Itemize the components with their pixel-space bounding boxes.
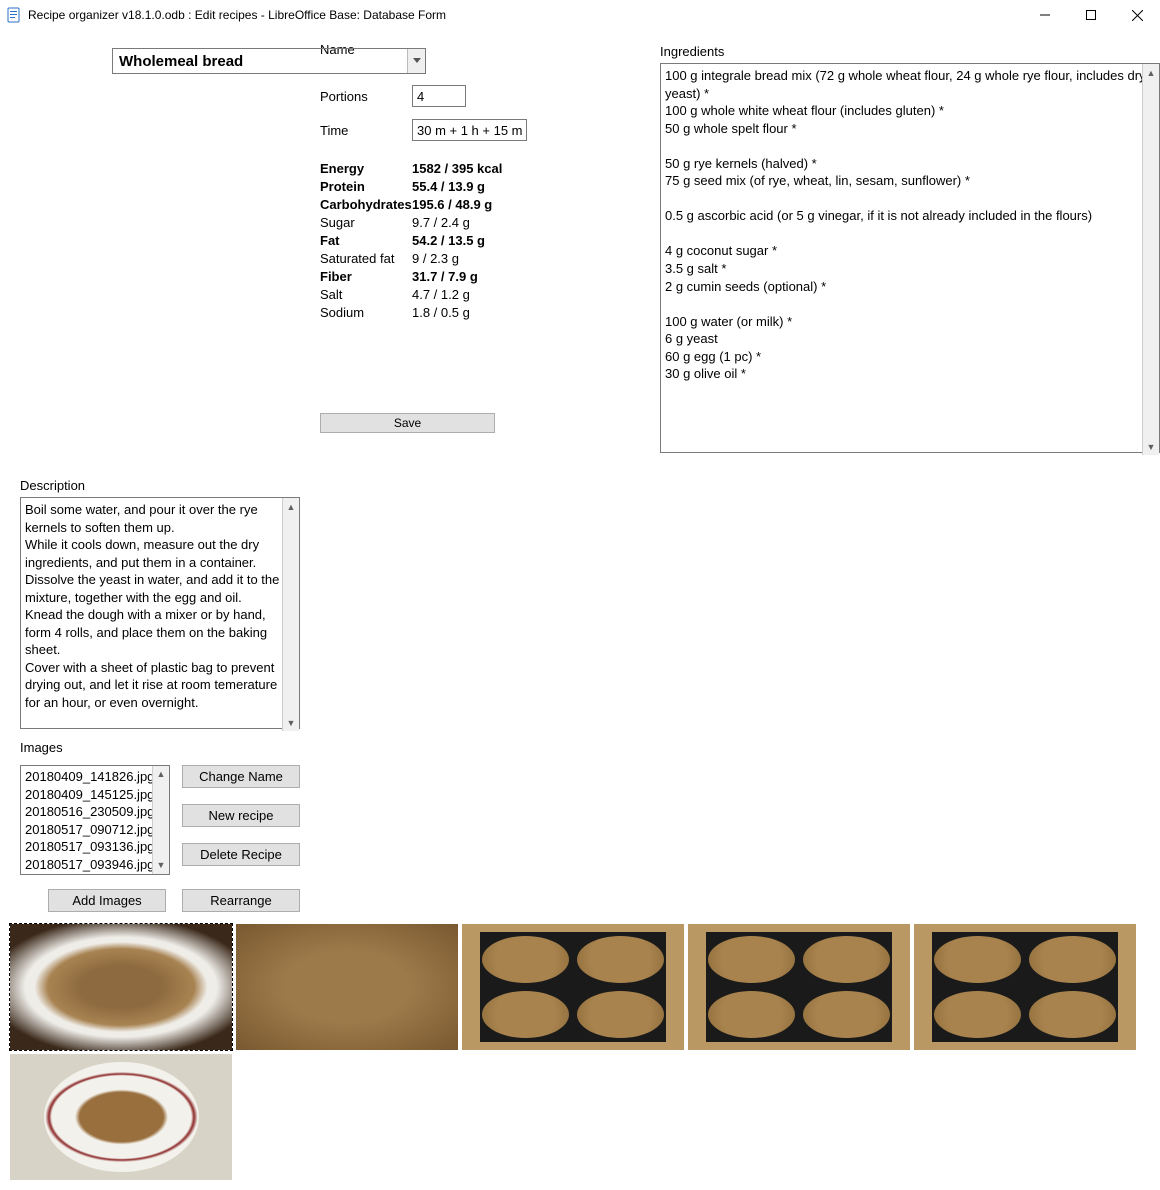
thumbnail[interactable] bbox=[236, 924, 458, 1050]
list-item[interactable]: 20180517_090712.jpg bbox=[25, 821, 165, 839]
thumbnail[interactable] bbox=[462, 924, 684, 1050]
ingredients-textarea[interactable] bbox=[660, 63, 1160, 453]
list-item[interactable]: 20180517_093946.jpg bbox=[25, 856, 165, 874]
scroll-down-icon[interactable]: ▼ bbox=[283, 714, 299, 731]
scrollbar[interactable]: ▲ ▼ bbox=[282, 498, 299, 731]
portions-input[interactable] bbox=[412, 85, 466, 107]
close-button[interactable] bbox=[1114, 0, 1160, 30]
name-combobox[interactable]: Wholemeal bread bbox=[112, 48, 426, 74]
time-input[interactable] bbox=[412, 119, 527, 141]
chevron-down-icon[interactable] bbox=[407, 49, 425, 73]
time-label: Time bbox=[320, 123, 412, 138]
thumbnail[interactable] bbox=[10, 1054, 232, 1180]
minimize-button[interactable] bbox=[1022, 0, 1068, 30]
images-listbox[interactable]: 20180409_141826.jpg * 20180409_145125.jp… bbox=[20, 765, 170, 875]
description-textarea[interactable] bbox=[20, 497, 300, 729]
rearrange-button[interactable]: Rearrange bbox=[182, 889, 300, 912]
images-label: Images bbox=[20, 740, 300, 755]
description-label: Description bbox=[20, 478, 300, 493]
scrollbar[interactable]: ▲ ▼ bbox=[152, 766, 169, 874]
thumbnail[interactable] bbox=[914, 924, 1136, 1050]
scroll-up-icon[interactable]: ▲ bbox=[283, 498, 299, 515]
thumbnail[interactable] bbox=[10, 924, 232, 1050]
thumbnail[interactable] bbox=[688, 924, 910, 1050]
scroll-up-icon[interactable]: ▲ bbox=[1143, 64, 1159, 81]
list-item[interactable]: 20180409_145125.jpg bbox=[25, 786, 165, 804]
scroll-up-icon[interactable]: ▲ bbox=[153, 766, 169, 783]
image-thumbnails bbox=[0, 920, 1160, 1190]
change-name-button[interactable]: Change Name bbox=[182, 765, 300, 788]
new-recipe-button[interactable]: New recipe bbox=[182, 804, 300, 827]
list-item[interactable]: 20180517_093136.jpg bbox=[25, 838, 165, 856]
scrollbar[interactable]: ▲ ▼ bbox=[1142, 64, 1159, 455]
window-title: Recipe organizer v18.1.0.odb : Edit reci… bbox=[28, 8, 1022, 22]
app-icon bbox=[6, 7, 22, 23]
nutrition-table: Energy1582 / 395 kcal Protein55.4 / 13.9… bbox=[320, 161, 640, 320]
scroll-down-icon[interactable]: ▼ bbox=[153, 857, 169, 874]
add-images-button[interactable]: Add Images bbox=[48, 889, 166, 912]
list-item[interactable]: 20180516_230509.jpg bbox=[25, 803, 165, 821]
portions-label: Portions bbox=[320, 89, 412, 104]
scroll-down-icon[interactable]: ▼ bbox=[1143, 438, 1159, 455]
maximize-button[interactable] bbox=[1068, 0, 1114, 30]
ingredients-label: Ingredients bbox=[660, 44, 1160, 59]
delete-recipe-button[interactable]: Delete Recipe bbox=[182, 843, 300, 866]
name-value: Wholemeal bread bbox=[119, 53, 243, 70]
save-button[interactable]: Save bbox=[320, 413, 495, 433]
